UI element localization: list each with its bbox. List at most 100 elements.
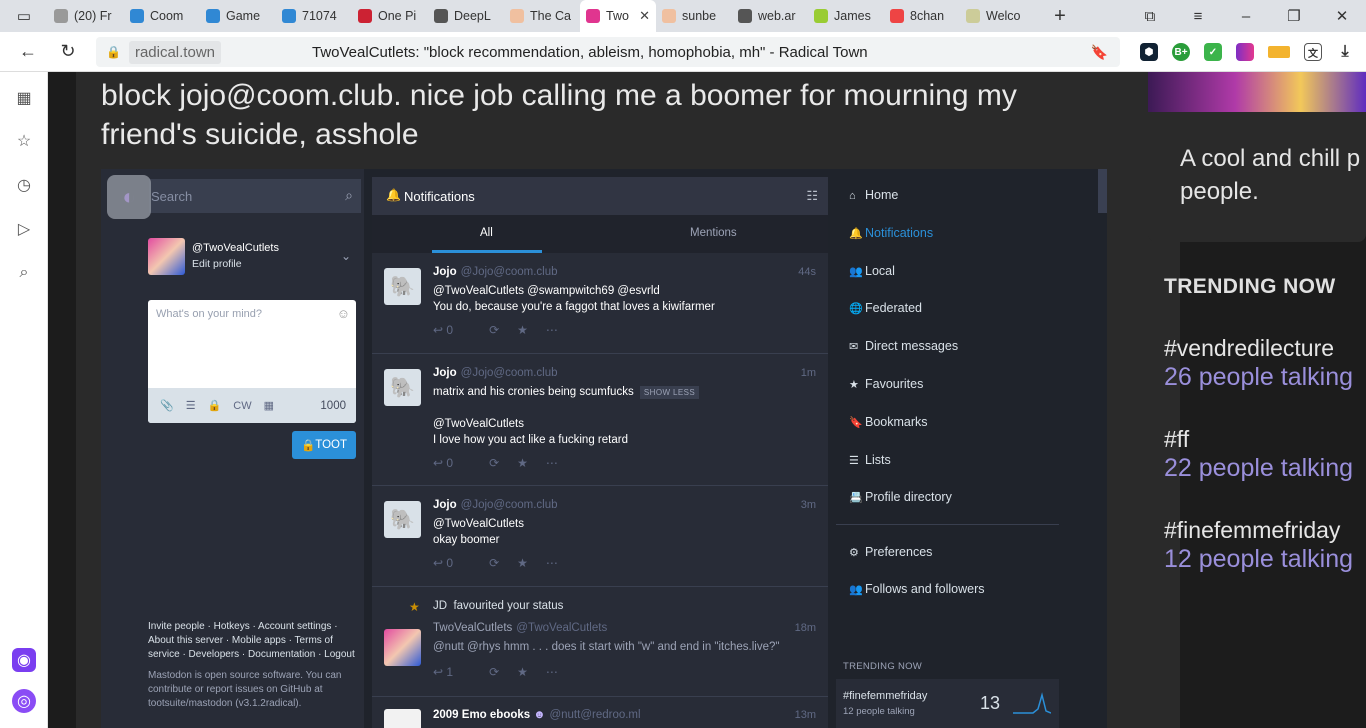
emoji-picker-icon[interactable]: ☺: [337, 306, 350, 321]
translate-extension-icon[interactable]: 文: [1304, 43, 1322, 61]
theme-extension-icon[interactable]: [1236, 43, 1254, 61]
minimize-button[interactable]: –: [1222, 0, 1270, 32]
privacy-lock-icon[interactable]: 🔒: [208, 399, 222, 412]
browser-tab[interactable]: (20) Fr: [48, 0, 124, 32]
b-plus-extension-icon[interactable]: B+: [1172, 43, 1190, 61]
author-name[interactable]: Jojo @Jojo@coom.club: [433, 367, 558, 379]
nav-item[interactable]: ✉ Direct messages: [849, 339, 958, 353]
author-name[interactable]: 2009 Emo ebooks ☻ @nutt@redroo.ml: [433, 709, 641, 721]
avatar[interactable]: [148, 238, 185, 275]
browser-tab[interactable]: sunbe: [656, 0, 732, 32]
author-name[interactable]: Jojo @Jojo@coom.club: [433, 499, 558, 511]
scrollbar[interactable]: [1098, 169, 1107, 213]
timestamp[interactable]: 44s: [798, 266, 816, 278]
restore-button[interactable]: ❐: [1270, 0, 1318, 32]
close-window-button[interactable]: ✕: [1318, 0, 1366, 32]
history-clock-icon[interactable]: ◷: [12, 173, 36, 197]
boost-icon[interactable]: ⟳: [489, 456, 499, 470]
timestamp[interactable]: 18m: [795, 622, 816, 634]
media-play-icon[interactable]: ▷: [12, 217, 36, 241]
page-search-icon[interactable]: ⌕: [12, 261, 36, 285]
attach-icon[interactable]: 📎: [160, 399, 174, 412]
nav-item[interactable]: ★ Favourites: [849, 377, 923, 391]
bookmark-icon[interactable]: 🔖: [1091, 44, 1108, 61]
notification-item[interactable]: ★ JD favourited your status TwoVealCutle…: [372, 587, 828, 697]
nav-item[interactable]: ☰ Lists: [849, 453, 891, 467]
nav-item[interactable]: 📇 Profile directory: [849, 490, 952, 504]
browser-tab[interactable]: The Ca: [504, 0, 580, 32]
trending-item[interactable]: #finefemmefriday 12 people talking 13: [836, 679, 1059, 728]
favourite-icon[interactable]: ★: [517, 323, 528, 337]
assistant-app-icon[interactable]: ◉: [12, 648, 36, 672]
boost-icon[interactable]: ⟳: [489, 323, 499, 337]
nav-item[interactable]: 🔔 Notifications: [849, 226, 933, 240]
notification-item[interactable]: 🐘 Jojo @Jojo@coom.club 1m matrix and his …: [372, 354, 828, 486]
reply-icon[interactable]: ↩ 0: [433, 556, 471, 570]
nav-item[interactable]: 👥 Follows and followers: [849, 582, 985, 596]
omnibox[interactable]: 🔒 radical.town TwoVealCutlets: "block re…: [96, 37, 1120, 67]
more-icon[interactable]: ⋯: [546, 323, 558, 337]
poll-icon[interactable]: ☰: [186, 399, 196, 412]
browser-tab[interactable]: James: [808, 0, 884, 32]
browser-tab[interactable]: web.ar: [732, 0, 808, 32]
nav-item[interactable]: ⚙ Preferences: [849, 545, 932, 559]
nav-item[interactable]: 🔖 Bookmarks: [849, 415, 928, 429]
tab-all[interactable]: All: [480, 227, 493, 239]
timestamp[interactable]: 1m: [801, 367, 816, 379]
browser-tab[interactable]: 71074: [276, 0, 352, 32]
nav-item[interactable]: 👥 Local: [849, 264, 895, 278]
battery-extension-icon[interactable]: [1268, 46, 1290, 58]
timestamp[interactable]: 3m: [801, 499, 816, 511]
apps-grid-icon[interactable]: ▦: [12, 86, 36, 110]
browser-tab[interactable]: Game: [200, 0, 276, 32]
reply-icon[interactable]: ↩ 1: [433, 665, 471, 679]
show-less-button[interactable]: SHOW LESS: [639, 386, 700, 399]
author-name[interactable]: Jojo @Jojo@coom.club: [433, 266, 558, 278]
boost-icon[interactable]: ⟳: [489, 665, 499, 679]
menu-icon[interactable]: ≡: [1174, 0, 1222, 32]
browser-tab[interactable]: Coom: [124, 0, 200, 32]
browser-tab[interactable]: Welco: [960, 0, 1036, 32]
new-tab-button[interactable]: +: [1036, 0, 1084, 32]
avatar[interactable]: 🐘: [384, 501, 421, 538]
account-handle[interactable]: @TwoVealCutlets: [192, 242, 279, 254]
back-button[interactable]: ←: [8, 32, 48, 72]
boost-icon[interactable]: ⟳: [489, 556, 499, 570]
sidebar-toggle-icon[interactable]: ▭: [0, 0, 48, 32]
notification-item[interactable]: 🐘 Jojo @Jojo@coom.club 3m @TwoVealCutlets…: [372, 486, 828, 587]
avatar[interactable]: 🐘: [384, 268, 421, 305]
notification-item[interactable]: 2009 Emo ebooks ☻ @nutt@redroo.ml 13m: [372, 697, 828, 728]
browser-tab[interactable]: Two ✕: [580, 0, 656, 32]
media-icon[interactable]: ▦: [264, 399, 274, 412]
trend-tag[interactable]: #finefemmefriday: [1164, 517, 1340, 544]
adblock-shield-icon[interactable]: ✓: [1204, 43, 1222, 61]
download-icon[interactable]: ⤓: [1336, 43, 1354, 61]
toot-button[interactable]: 🔒 TOOT: [292, 431, 356, 459]
favourite-icon[interactable]: ★: [517, 556, 528, 570]
reload-button[interactable]: ↻: [48, 32, 88, 72]
reply-icon[interactable]: ↩ 0: [433, 323, 471, 337]
messenger-app-icon[interactable]: ◎: [12, 689, 36, 713]
trend-tag[interactable]: #vendredilecture: [1164, 335, 1334, 362]
nav-item[interactable]: 🌐 Federated: [849, 301, 922, 315]
more-icon[interactable]: ⋯: [546, 556, 558, 570]
browser-tab[interactable]: One Pi: [352, 0, 428, 32]
close-tab-icon[interactable]: ✕: [639, 8, 650, 24]
reply-icon[interactable]: ↩ 0: [433, 456, 471, 470]
trend-tag[interactable]: #ff: [1164, 426, 1189, 453]
attached-screenshot[interactable]: Search ⌕ ◐ @TwoVealCutlets Edit profile …: [101, 169, 1107, 728]
column-header[interactable]: 🔔 Notifications ☷: [372, 177, 828, 215]
avatar[interactable]: [384, 629, 421, 666]
browser-tab[interactable]: DeepL: [428, 0, 504, 32]
trending-tag[interactable]: #finefemmefriday: [843, 690, 927, 702]
favorites-star-icon[interactable]: ☆: [12, 129, 36, 153]
browser-tab[interactable]: 8chan: [884, 0, 960, 32]
cw-button[interactable]: CW: [233, 400, 251, 412]
author-name[interactable]: TwoVealCutlets @TwoVealCutlets: [433, 622, 607, 634]
timestamp[interactable]: 13m: [795, 709, 816, 721]
avatar[interactable]: 🐘: [384, 369, 421, 406]
more-icon[interactable]: ⋯: [546, 456, 558, 470]
compose-box[interactable]: What's on your mind? ☺ 📎 ☰ 🔒 CW ▦ 1000: [148, 300, 356, 423]
fav-user[interactable]: JD: [433, 600, 447, 612]
search-input[interactable]: Search ⌕: [149, 179, 361, 213]
